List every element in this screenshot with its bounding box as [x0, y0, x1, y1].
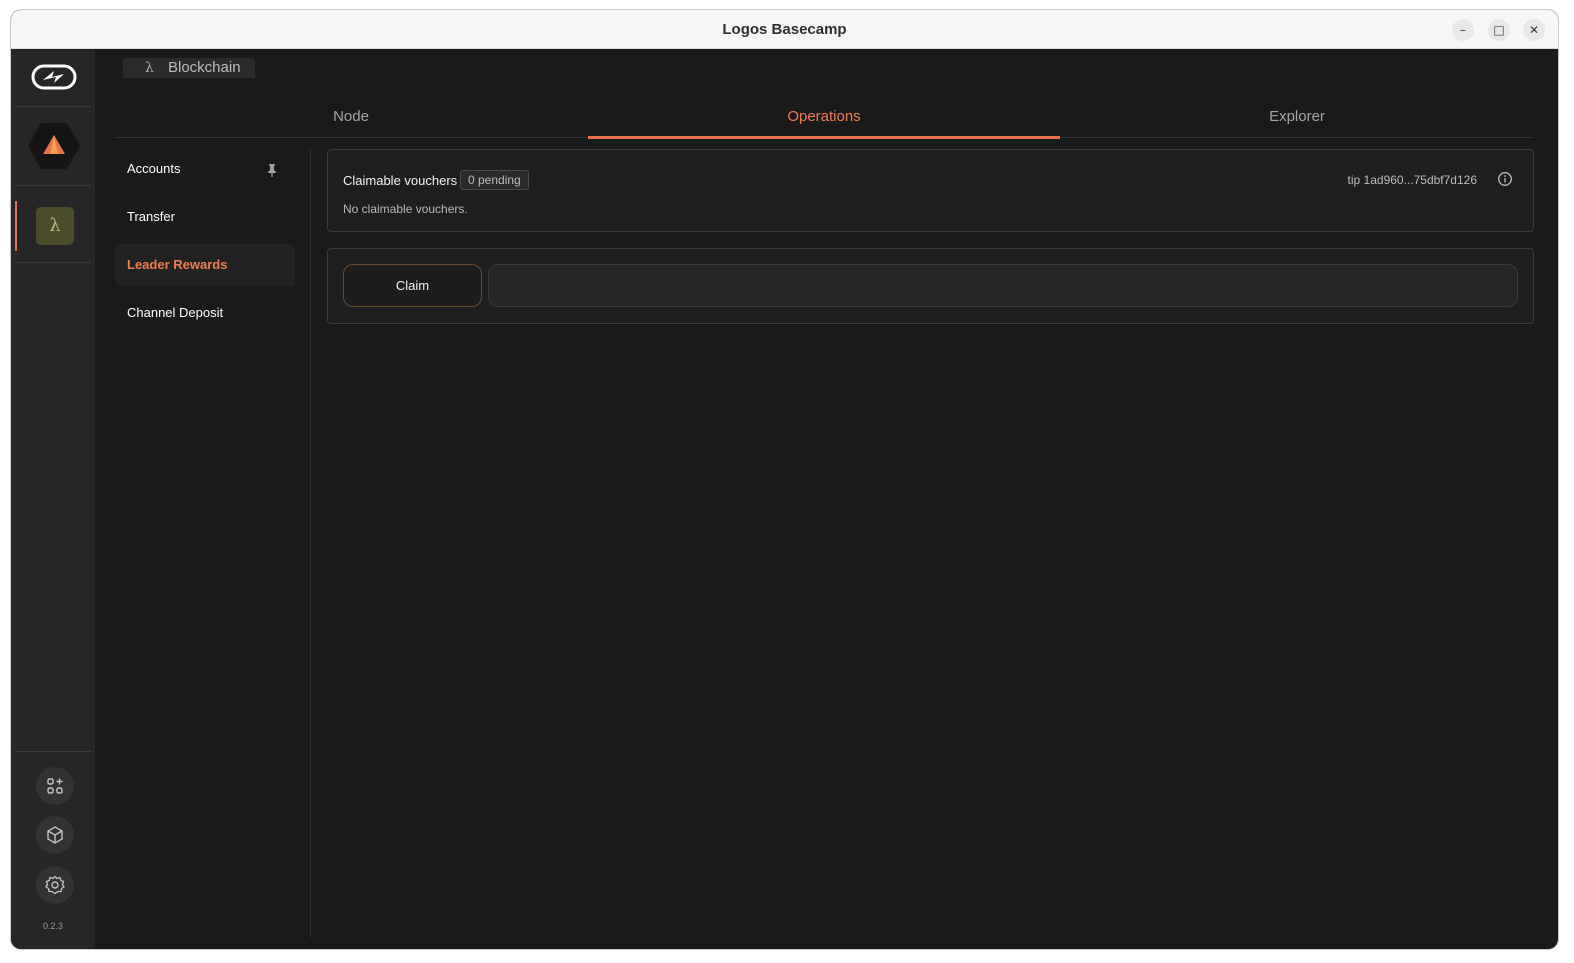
tab-bar: Node Operations Explorer	[115, 102, 1533, 139]
subnav-item-label: Leader Rewards	[127, 257, 228, 272]
app-rail: λ 0.2.3	[11, 49, 95, 949]
subnav-item-transfer[interactable]: Transfer	[115, 196, 295, 238]
subnav-item-label: Channel Deposit	[127, 305, 224, 320]
tab-operations[interactable]: Operations	[588, 102, 1060, 139]
tab-label: Node	[333, 108, 369, 125]
app-version: 0.2.3	[42, 921, 64, 931]
blockchain-app-icon[interactable]: λ	[36, 207, 74, 245]
chain-tip-hash: tip 1ad960...75dbf7d126	[1347, 173, 1477, 187]
claim-card: Claim	[327, 248, 1534, 324]
rail-divider	[15, 185, 91, 186]
vouchers-empty-message: No claimable vouchers.	[343, 202, 468, 216]
claim-input[interactable]	[488, 264, 1518, 307]
lambda-icon: λ	[145, 60, 154, 76]
subnav-item-leader-rewards[interactable]: Leader Rewards	[115, 244, 295, 286]
logos-logo-icon[interactable]	[31, 63, 77, 91]
claim-button[interactable]: Claim	[343, 264, 482, 307]
tab-explorer[interactable]: Explorer	[1061, 102, 1533, 138]
subnav-item-accounts[interactable]: Accounts	[115, 148, 295, 190]
rail-divider	[15, 751, 91, 752]
close-button[interactable]: ✕	[1523, 19, 1545, 41]
subnav-item-channel-deposit[interactable]: Channel Deposit	[115, 292, 295, 334]
basecamp-tent-icon[interactable]	[28, 121, 80, 171]
rail-divider	[15, 262, 91, 263]
tab-node[interactable]: Node	[115, 102, 587, 138]
active-indicator	[15, 201, 17, 251]
pending-badge: 0 pending	[460, 170, 529, 190]
subnav-item-label: Transfer	[127, 209, 175, 224]
breadcrumb[interactable]: λ Blockchain	[123, 58, 255, 78]
settings-gear-icon[interactable]	[36, 866, 74, 904]
package-icon[interactable]	[36, 816, 74, 854]
window-title: Logos Basecamp	[722, 21, 847, 38]
apps-add-icon[interactable]	[36, 767, 74, 805]
tab-label: Operations	[787, 108, 861, 125]
operations-subnav: Accounts Transfer Leader Rewards Channel…	[115, 148, 311, 938]
vouchers-title: Claimable vouchers	[343, 173, 458, 188]
tab-label: Explorer	[1269, 108, 1325, 125]
minimize-button[interactable]: –	[1452, 19, 1474, 41]
active-tab-underline	[588, 136, 1060, 139]
pin-icon[interactable]	[267, 148, 277, 190]
subnav-item-label: Accounts	[127, 161, 181, 176]
claimable-vouchers-card: Claimable vouchers 0 pending No claimabl…	[327, 149, 1534, 232]
title-bar: Logos Basecamp – □ ✕	[11, 10, 1558, 49]
breadcrumb-label: Blockchain	[168, 59, 241, 76]
maximize-button[interactable]: □	[1488, 19, 1510, 41]
rail-divider	[15, 106, 91, 107]
app-window: Logos Basecamp – □ ✕ λ 0.2.3 λ Blockchai…	[11, 10, 1558, 949]
info-icon[interactable]	[1497, 171, 1513, 187]
